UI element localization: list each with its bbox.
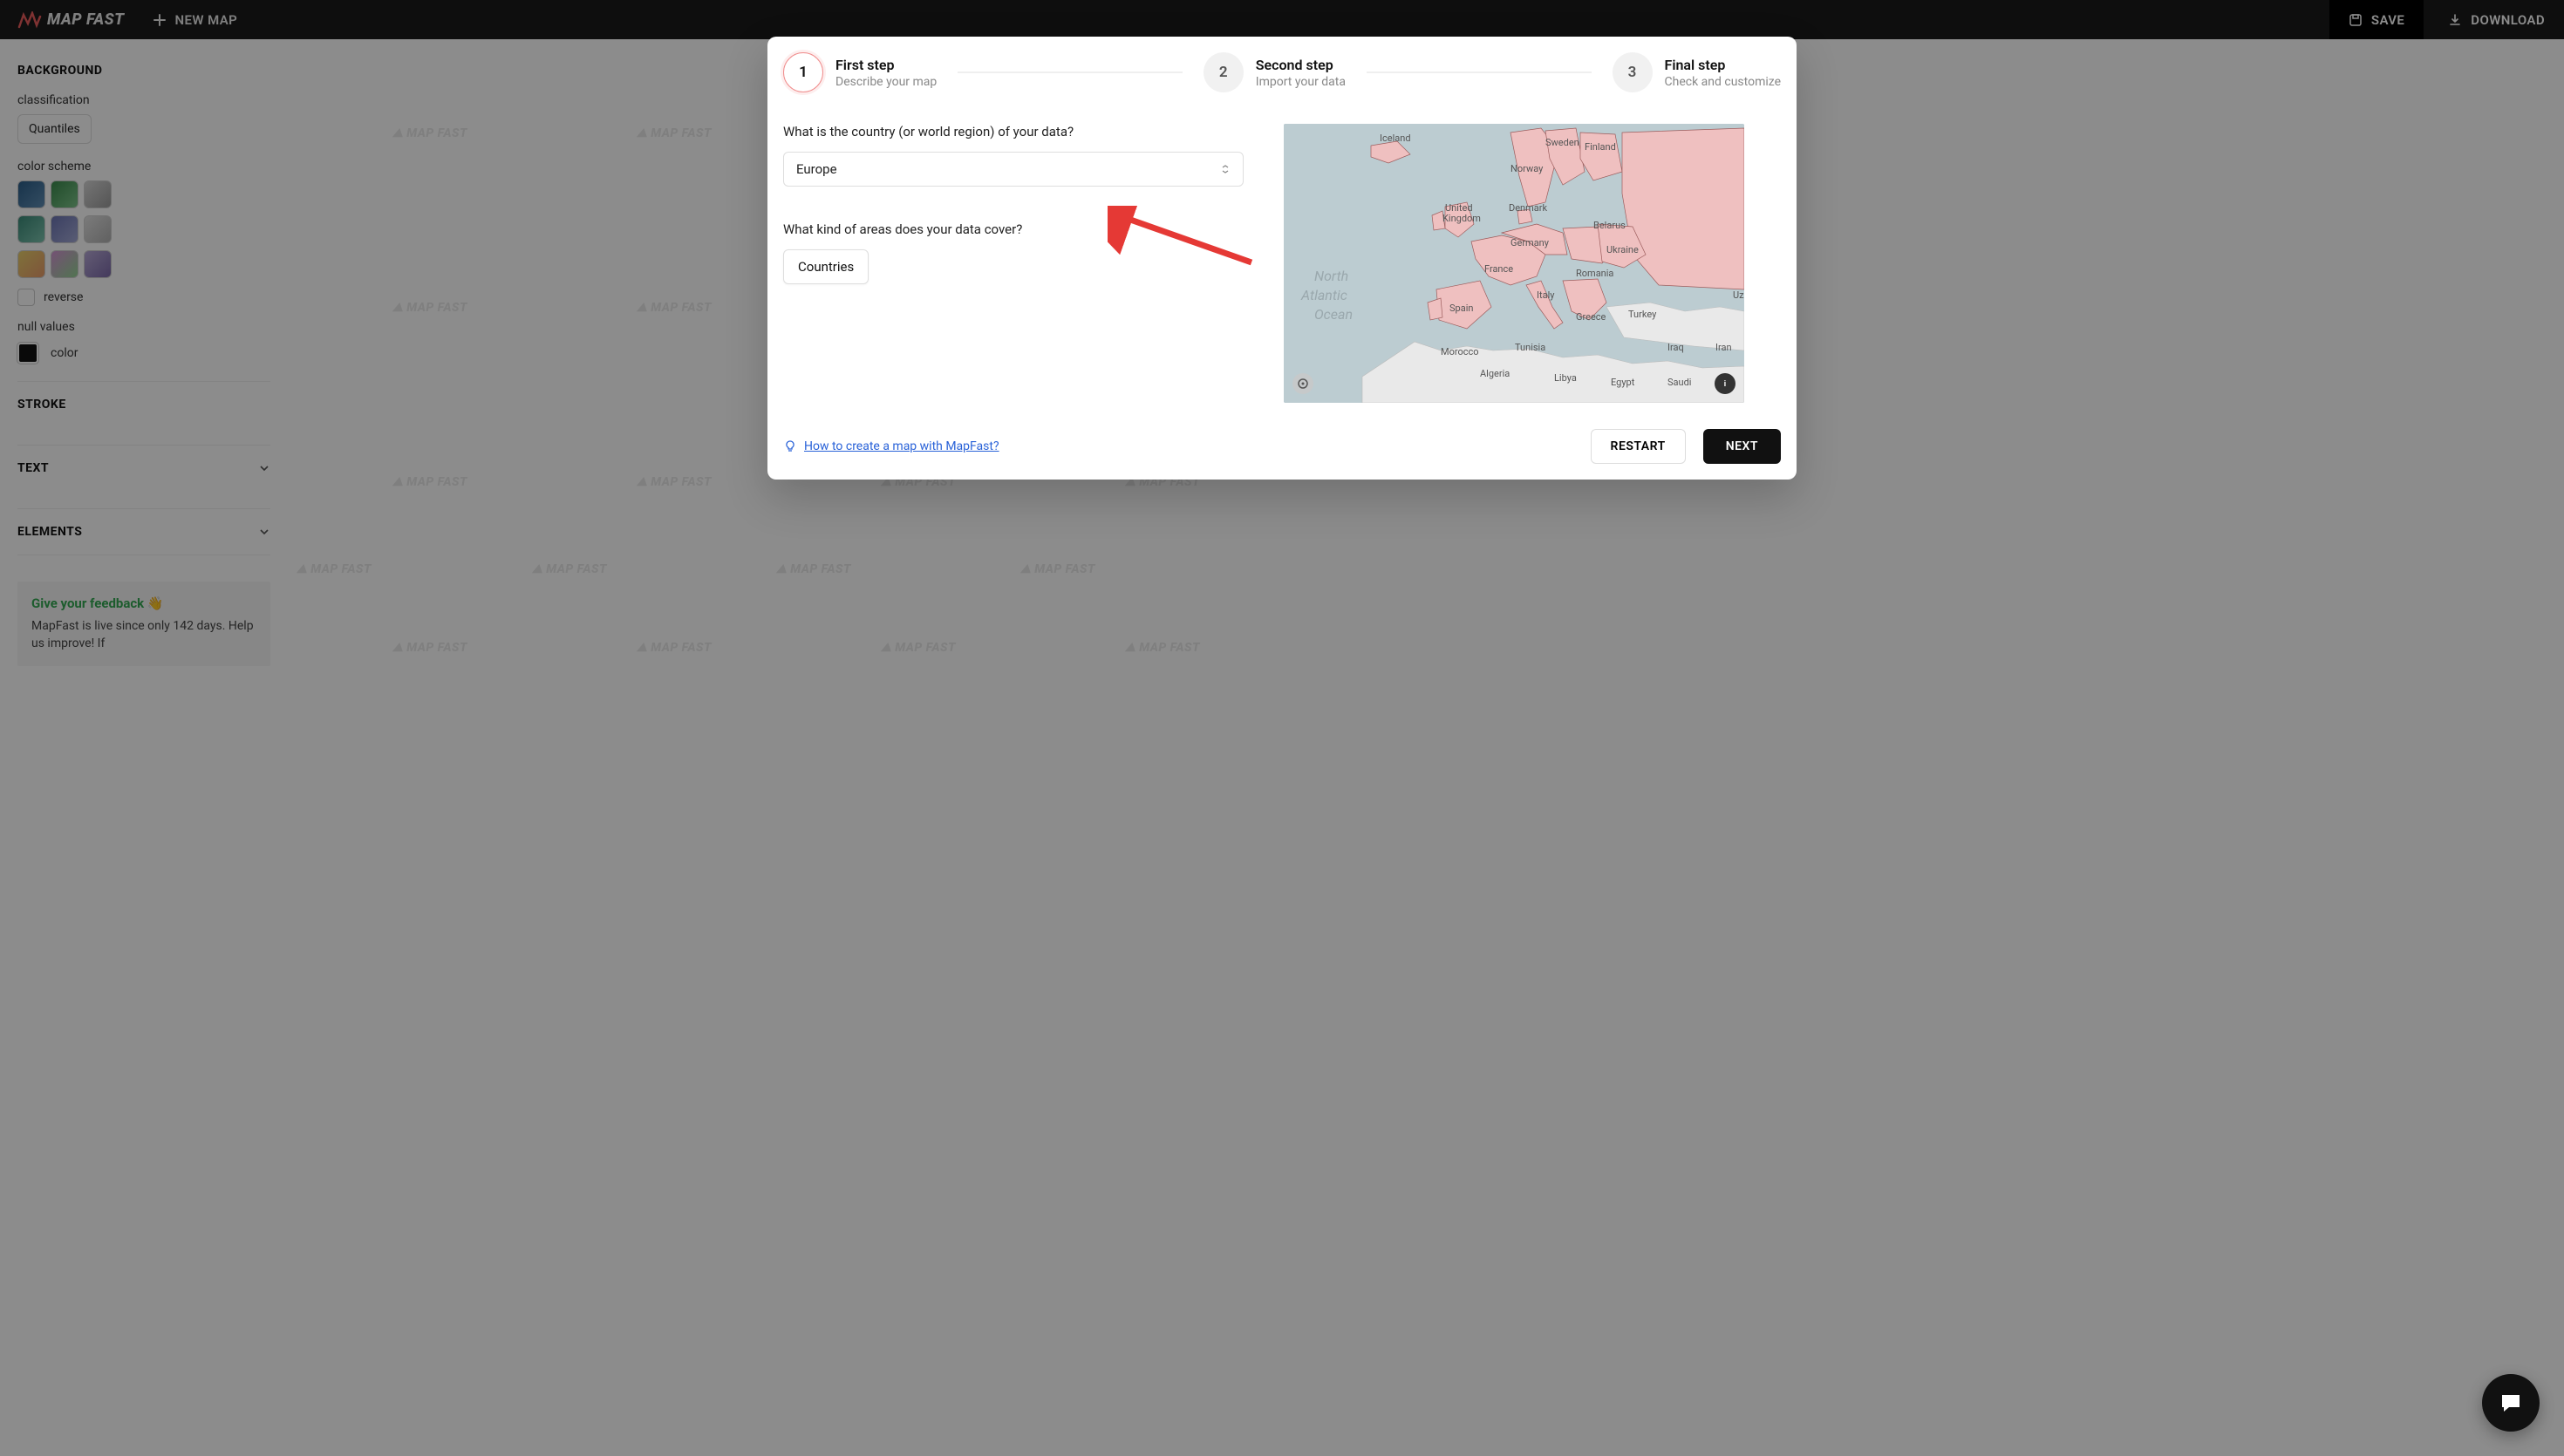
step-3-sub: Check and customize bbox=[1665, 75, 1782, 89]
ocean-label: Atlantic bbox=[1300, 287, 1347, 303]
chat-fab[interactable] bbox=[2482, 1374, 2540, 1432]
map-label: Sweden bbox=[1545, 137, 1579, 148]
map-label: Egypt bbox=[1611, 377, 1635, 388]
map-label: Morocco bbox=[1441, 346, 1479, 357]
step-2-sub: Import your data bbox=[1256, 75, 1346, 89]
map-preview[interactable]: North Atlantic Ocean Iceland Norway Swed… bbox=[1284, 124, 1744, 403]
question-region: What is the country (or world region) of… bbox=[783, 124, 1244, 139]
ocean-label: Ocean bbox=[1314, 306, 1353, 323]
step-3-title: Final step bbox=[1665, 57, 1782, 73]
step-line bbox=[1367, 71, 1592, 73]
map-label: Italy bbox=[1537, 289, 1555, 301]
map-label: Ukraine bbox=[1606, 244, 1639, 255]
restart-button[interactable]: RESTART bbox=[1591, 429, 1686, 464]
map-label: France bbox=[1484, 263, 1513, 275]
select-caret-icon bbox=[1220, 164, 1231, 174]
countries-button[interactable]: Countries bbox=[783, 249, 869, 284]
modal-overlay[interactable]: 1 First step Describe your map 2 Second … bbox=[0, 0, 2564, 1456]
modal-body: What is the country (or world region) of… bbox=[783, 124, 1781, 403]
map-label: Libya bbox=[1554, 372, 1577, 384]
map-preview-svg: North Atlantic Ocean Iceland Norway Swed… bbox=[1284, 124, 1744, 403]
map-label: Saudi bbox=[1667, 377, 1691, 388]
next-button[interactable]: NEXT bbox=[1703, 429, 1781, 464]
question-areas: What kind of areas does your data cover? bbox=[783, 221, 1244, 237]
stepper: 1 First step Describe your map 2 Second … bbox=[783, 52, 1781, 98]
target-icon bbox=[1297, 378, 1309, 390]
modal-footer: How to create a map with MapFast? RESTAR… bbox=[783, 429, 1781, 464]
region-value: Europe bbox=[796, 161, 837, 177]
map-label: Tunisia bbox=[1515, 342, 1545, 353]
map-info-button[interactable]: i bbox=[1715, 373, 1735, 394]
help-link-text: How to create a map with MapFast? bbox=[804, 439, 999, 453]
map-label: Iran bbox=[1715, 342, 1732, 353]
map-label: Iraq bbox=[1667, 342, 1684, 353]
map-label: Norway bbox=[1510, 163, 1544, 174]
modal-left: What is the country (or world region) of… bbox=[783, 124, 1244, 403]
step-2-title: Second step bbox=[1256, 57, 1346, 73]
map-label: Kingdom bbox=[1442, 213, 1481, 224]
map-label: Romania bbox=[1576, 268, 1613, 279]
map-label: Algeria bbox=[1480, 368, 1510, 379]
map-label: Denmark bbox=[1509, 202, 1547, 214]
map-label: Turkey bbox=[1628, 309, 1657, 320]
chat-icon bbox=[2499, 1391, 2523, 1415]
modal: 1 First step Describe your map 2 Second … bbox=[767, 37, 1797, 480]
map-label: Finland bbox=[1585, 141, 1616, 153]
map-reset-button[interactable] bbox=[1292, 373, 1313, 394]
modal-right: North Atlantic Ocean Iceland Norway Swed… bbox=[1284, 124, 1781, 403]
lightbulb-icon bbox=[783, 439, 797, 453]
map-label: Belarus bbox=[1593, 220, 1626, 231]
footer-right: RESTART NEXT bbox=[1591, 429, 1781, 464]
ocean-label: North bbox=[1314, 268, 1348, 284]
step-1-sub: Describe your map bbox=[835, 75, 937, 89]
info-icon: i bbox=[1719, 378, 1731, 390]
step-1: 1 First step Describe your map bbox=[783, 52, 937, 92]
step-3-num: 3 bbox=[1613, 52, 1653, 92]
step-2: 2 Second step Import your data bbox=[1204, 52, 1346, 92]
step-line bbox=[958, 71, 1183, 73]
step-1-num: 1 bbox=[783, 52, 823, 92]
map-label: Iceland bbox=[1380, 133, 1411, 144]
map-label: Uz bbox=[1733, 289, 1744, 301]
map-label: Germany bbox=[1510, 237, 1550, 248]
map-label: Spain bbox=[1449, 303, 1473, 314]
step-2-num: 2 bbox=[1204, 52, 1244, 92]
restart-label: RESTART bbox=[1611, 439, 1666, 453]
next-label: NEXT bbox=[1726, 439, 1758, 453]
countries-label: Countries bbox=[798, 259, 854, 275]
map-label: Greece bbox=[1576, 311, 1606, 323]
svg-text:i: i bbox=[1724, 380, 1726, 389]
help-link[interactable]: How to create a map with MapFast? bbox=[783, 439, 999, 453]
region-select[interactable]: Europe bbox=[783, 152, 1244, 187]
step-1-title: First step bbox=[835, 57, 937, 73]
step-3: 3 Final step Check and customize bbox=[1613, 52, 1782, 92]
